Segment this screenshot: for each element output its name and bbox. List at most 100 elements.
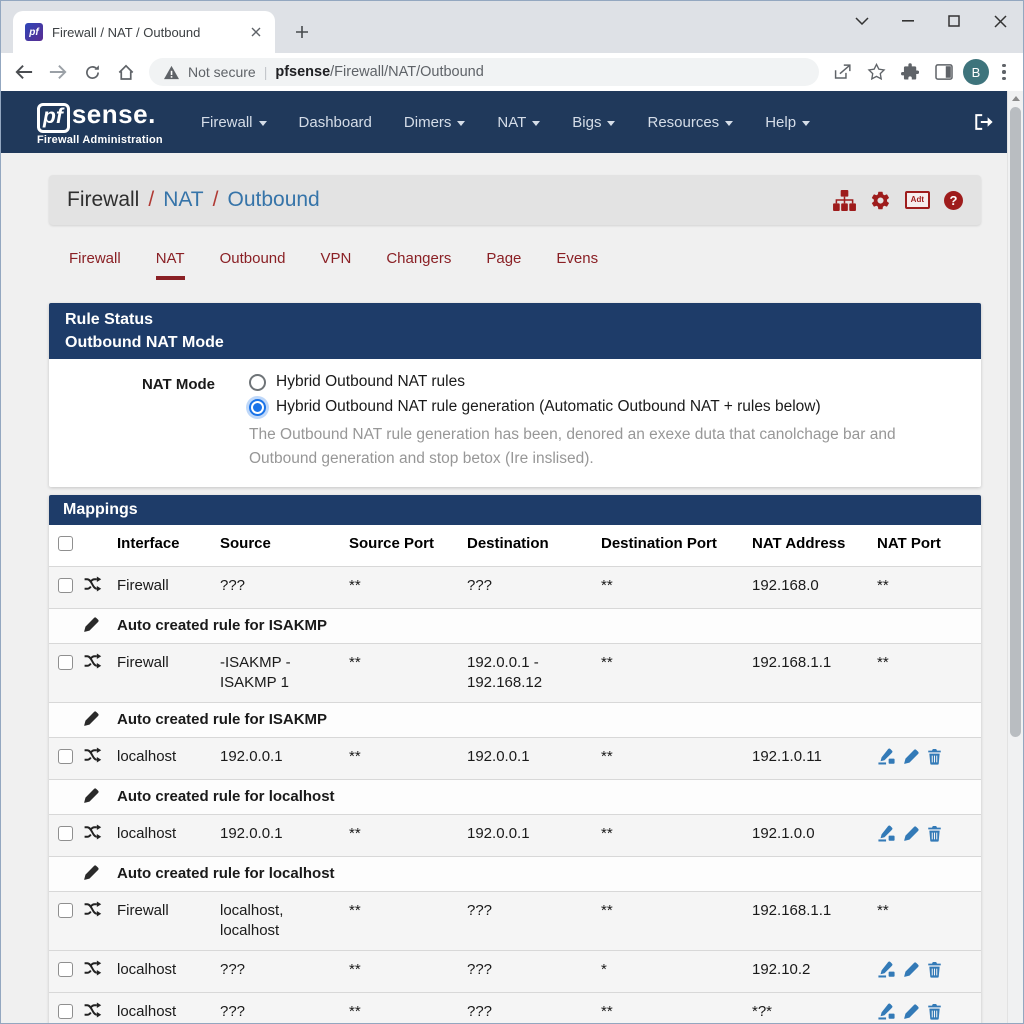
pfsense-logo[interactable]: pf sense. Firewall Administration [37,99,163,146]
row-checkbox[interactable] [58,1004,73,1019]
edit-pencil-icon[interactable] [903,748,920,765]
mapping-row: Firewall-ISAKMP - ISAKMP 1**192.0.0.1 - … [49,643,981,702]
pencil-icon [83,864,117,881]
edit-copy-icon[interactable] [877,748,896,765]
rule-description-text: Auto created rule for localhost [117,864,981,884]
nav-item-bigs[interactable]: Bigs [560,104,627,141]
breadcrumb-outbound-link[interactable]: Outbound [227,188,319,212]
cell-last [877,1002,981,1020]
url-host: pfsense [275,64,330,80]
cell-interface: Firewall [117,576,220,596]
nav-item-dimers[interactable]: Dimers [392,104,478,141]
tab-outbound[interactable]: Outbound [220,250,286,280]
cell-nat-port: ** [877,902,889,919]
bookmark-star-icon[interactable] [861,57,891,87]
back-icon[interactable] [9,57,39,87]
nav-item-resources[interactable]: Resources [635,104,745,141]
edit-pencil-icon[interactable] [903,1003,920,1020]
profile-avatar[interactable]: B [963,59,989,85]
nav-item-help[interactable]: Help [753,104,822,141]
tab-close-icon[interactable] [247,23,265,41]
delete-trash-icon[interactable] [927,961,942,978]
tab-nat[interactable]: NAT [156,250,185,280]
browser-menu-icon[interactable] [993,57,1015,87]
sitemap-icon[interactable] [833,190,856,211]
scrollbar-thumb[interactable] [1010,107,1021,737]
radio-selected[interactable] [249,399,266,416]
delete-trash-icon[interactable] [927,1003,942,1020]
row-checkbox[interactable] [58,749,73,764]
mappings-table-header: InterfaceSourceSource PortDestinationDes… [49,525,981,566]
gear-icon[interactable] [870,190,891,211]
nav-item-label: Resources [647,114,719,131]
nat-mode-option: Hybrid Outbound NAT rule generation (Aut… [249,398,965,416]
row-checkbox[interactable] [58,826,73,841]
minimize-button[interactable] [885,4,931,38]
breadcrumb-nat-link[interactable]: NAT [163,188,203,212]
rule-status-panel: Rule Status Outbound NAT Mode NAT Mode H… [49,303,981,487]
page-scrollbar[interactable] [1007,91,1023,1024]
rule-status-panel-body: NAT Mode Hybrid Outbound NAT rulesHybrid… [49,359,981,487]
breadcrumb-separator: / [148,188,154,212]
cell-interface: localhost [117,824,220,844]
description-row: Auto created rule for ISAKMP [49,702,981,737]
delete-trash-icon[interactable] [927,748,942,765]
row-checkbox[interactable] [58,962,73,977]
forward-icon[interactable] [43,57,73,87]
logout-icon[interactable] [967,106,1001,138]
not-secure-warning-icon [163,65,180,80]
nav-item-nat[interactable]: NAT [485,104,552,141]
shuffle-icon [83,960,117,976]
maximize-button[interactable] [931,4,977,38]
row-checkbox[interactable] [58,578,73,593]
radio-unselected[interactable] [249,374,266,391]
cell-destination-port: ** [601,901,752,921]
tab-evens[interactable]: Evens [556,250,598,280]
brand-text: sense. [72,99,156,130]
scrollbar-up-arrow[interactable] [1008,91,1023,106]
tab-firewall[interactable]: Firewall [69,250,121,280]
edit-copy-icon[interactable] [877,961,896,978]
nav-item-dashboard[interactable]: Dashboard [287,104,384,141]
url-bar[interactable]: Not secure | pfsense/Firewall/NAT/Outbou… [149,58,819,86]
shuffle-icon [83,1002,117,1018]
delete-trash-icon[interactable] [927,825,942,842]
description-row: Auto created rule for ISAKMP [49,608,981,643]
tab-vpn[interactable]: VPN [320,250,351,280]
edit-pencil-icon[interactable] [903,825,920,842]
edit-pencil-icon[interactable] [903,961,920,978]
row-checkbox[interactable] [58,903,73,918]
home-icon[interactable] [111,57,141,87]
close-button[interactable] [977,4,1023,38]
nav-item-label: Dashboard [299,114,372,131]
pencil-icon [83,616,117,633]
cell-nat-address: 192.168.1.1 [752,653,877,673]
panel-title-line1: Rule Status [65,308,965,331]
row-checkbox[interactable] [58,655,73,670]
side-panel-icon[interactable] [929,57,959,87]
nav-item-firewall[interactable]: Firewall [189,104,279,141]
new-tab-button[interactable] [289,19,315,45]
nat-mode-option: Hybrid Outbound NAT rules [249,373,965,391]
cell-destination-port: ** [601,747,752,767]
share-icon[interactable] [827,57,857,87]
cell-last: ** [877,653,981,673]
edit-copy-icon[interactable] [877,1003,896,1020]
help-icon[interactable]: ? [944,191,963,210]
tab-changers[interactable]: Changers [386,250,451,280]
cell-source: 192.0.0.1 [220,747,349,767]
browser-tab[interactable]: pf Firewall / NAT / Outbound [13,11,275,53]
cell-destination: ??? [467,901,601,921]
status-badge-icon[interactable]: Adt [905,191,930,209]
mappings-panel: Mappings InterfaceSourceSource PortDesti… [49,495,981,1024]
tab-page[interactable]: Page [486,250,521,280]
refresh-icon[interactable] [77,57,107,87]
extensions-puzzle-icon[interactable] [895,57,925,87]
shuffle-icon [83,960,102,976]
select-all-checkbox[interactable] [58,536,73,551]
edit-copy-icon[interactable] [877,825,896,842]
cell-destination-port: ** [601,1002,752,1022]
tab-search-chevron-icon[interactable] [839,4,885,38]
shuffle-icon [83,653,117,669]
shuffle-icon [83,653,102,669]
